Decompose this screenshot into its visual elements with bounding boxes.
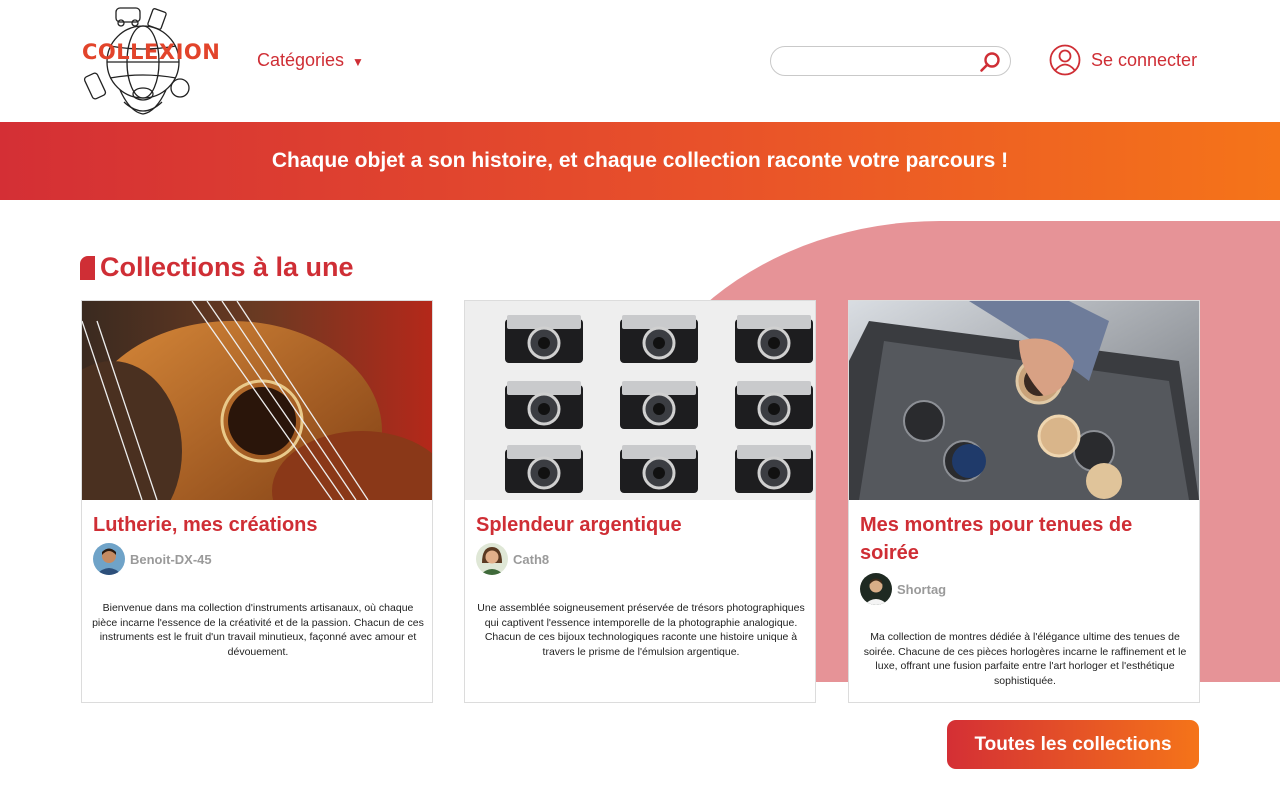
collection-card[interactable]: Mes montres pour tenues de soirée Shorta…: [848, 300, 1200, 703]
logo-text: COLLEXION: [82, 40, 221, 64]
collection-author[interactable]: Cath8: [476, 543, 549, 575]
chevron-down-icon: ▼: [352, 55, 364, 69]
collection-author[interactable]: Shortag: [860, 573, 946, 605]
login-button[interactable]: Se connecter: [1049, 44, 1197, 76]
all-collections-button[interactable]: Toutes les collections: [947, 720, 1199, 769]
section-marker-icon: [80, 255, 95, 280]
header: COLLEXION Catégories ▼ Se connecter: [0, 0, 1280, 122]
site-logo[interactable]: COLLEXION: [80, 2, 220, 120]
collection-description: Bienvenue dans ma collection d'instrumen…: [92, 602, 424, 658]
avatar: [93, 543, 125, 575]
section-title: Collections à la une: [100, 252, 354, 282]
categories-menu[interactable]: Catégories ▼: [257, 50, 364, 71]
tagline-banner: Chaque objet a son histoire, et chaque c…: [0, 122, 1280, 200]
section-header: Collections à la une: [80, 252, 354, 283]
avatar: [476, 543, 508, 575]
collection-description: Ma collection de montres dédiée à l'élég…: [863, 631, 1187, 687]
collection-image-guitars[interactable]: [82, 301, 432, 500]
collection-title[interactable]: Mes montres pour tenues de soirée: [860, 511, 1190, 567]
author-name: Cath8: [513, 551, 550, 567]
collection-card[interactable]: Splendeur argentique Cath8 Une assemblée…: [464, 300, 816, 703]
user-icon: [1049, 44, 1081, 76]
search-bar[interactable]: [770, 46, 1011, 76]
avatar: [860, 573, 892, 605]
collection-card[interactable]: Lutherie, mes créations Benoit-DX-45 Bie…: [81, 300, 433, 703]
search-input[interactable]: [783, 51, 973, 71]
categories-label: Catégories: [257, 50, 345, 70]
tagline-text: Chaque objet a son histoire, et chaque c…: [271, 149, 1009, 172]
author-name: Shortag: [897, 581, 947, 597]
collection-image-watches[interactable]: [849, 301, 1199, 500]
collection-author[interactable]: Benoit-DX-45: [93, 543, 212, 575]
author-name: Benoit-DX-45: [130, 551, 212, 567]
collection-image-cameras[interactable]: [465, 301, 815, 500]
search-icon[interactable]: [978, 50, 1002, 74]
collection-description: Une assemblée soigneusement préservée de…: [477, 602, 805, 658]
collection-title[interactable]: Splendeur argentique: [476, 511, 806, 539]
login-label: Se connecter: [1091, 49, 1198, 70]
collection-title[interactable]: Lutherie, mes créations: [93, 511, 423, 539]
